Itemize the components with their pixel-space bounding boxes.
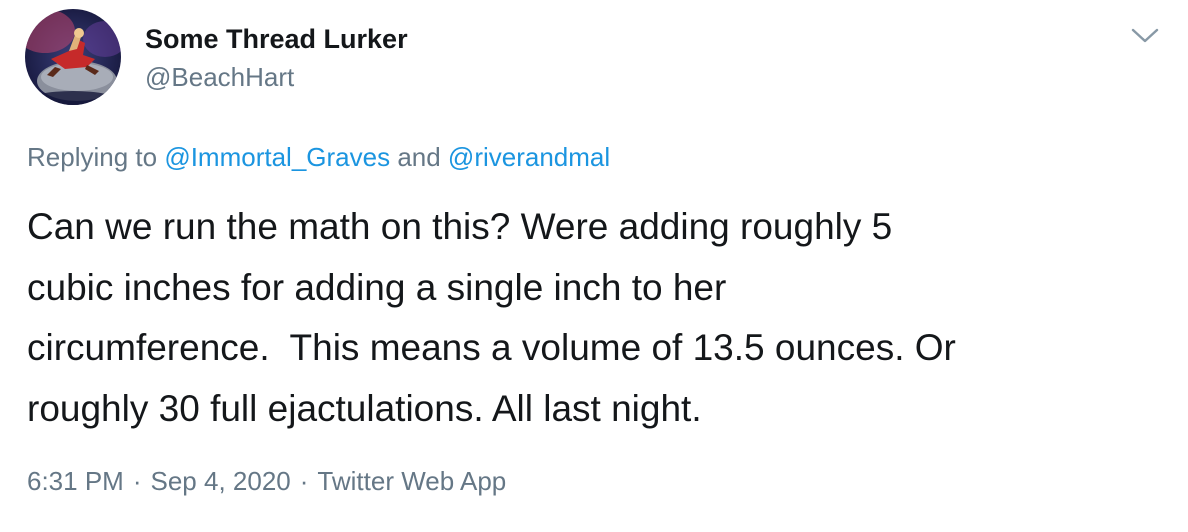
meta-separator: · (132, 466, 142, 496)
tweet-text: Can we run the math on this? Were adding… (27, 206, 956, 429)
avatar[interactable] (25, 9, 121, 105)
tweet-source[interactable]: Twitter Web App (317, 466, 506, 496)
replying-to-line: Replying to @Immortal_Graves and @rivera… (27, 142, 610, 173)
tweet-meta: 6:31 PM · Sep 4, 2020 · Twitter Web App (27, 466, 506, 497)
mention-link-riverandmal[interactable]: @riverandmal (448, 142, 610, 172)
mention-link-immortal-graves[interactable]: @Immortal_Graves (164, 142, 390, 172)
avatar-image (25, 9, 121, 105)
author-name[interactable]: Some Thread Lurker (145, 24, 408, 55)
replying-to-joiner: and (390, 142, 448, 172)
tweet-time[interactable]: 6:31 PM (27, 466, 124, 496)
meta-separator: · (299, 466, 309, 496)
tweet-card: Some Thread Lurker @BeachHart Replying t… (0, 0, 1188, 532)
tweet-date[interactable]: Sep 4, 2020 (151, 466, 291, 496)
chevron-down-icon[interactable] (1130, 26, 1160, 46)
author-handle[interactable]: @BeachHart (145, 62, 294, 93)
replying-to-label: Replying to (27, 142, 165, 172)
